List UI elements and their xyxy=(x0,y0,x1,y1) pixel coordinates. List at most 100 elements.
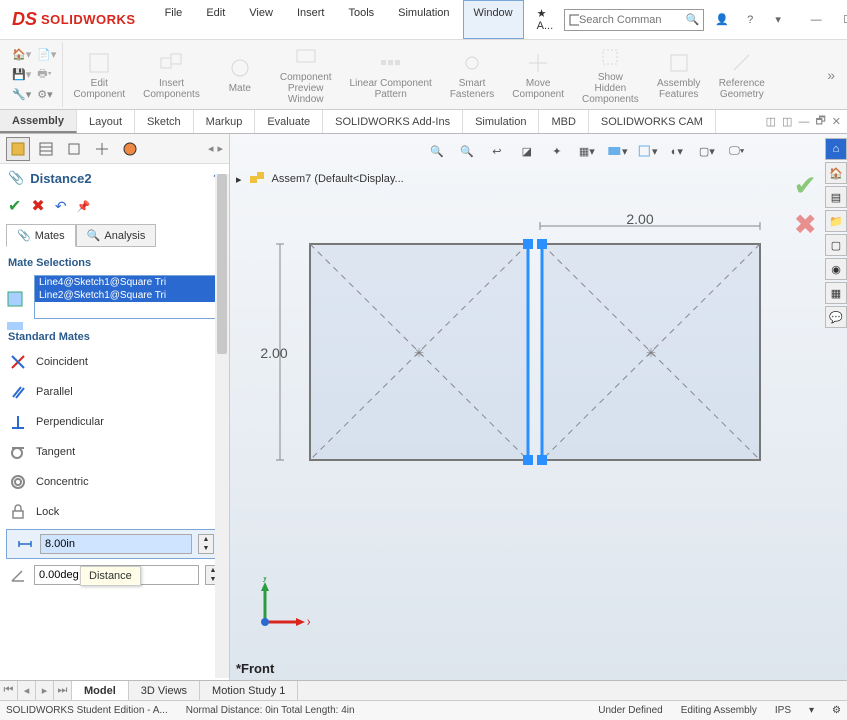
ribbon-smart-fasteners[interactable]: Smart Fasteners xyxy=(442,42,502,107)
tab-last-icon[interactable]: ⏭ xyxy=(54,681,72,700)
mate-coincident[interactable]: Coincident xyxy=(0,347,229,377)
panel-tab-left-icon[interactable]: ◂ xyxy=(208,142,214,155)
scene-icon[interactable]: ▢▾ xyxy=(696,140,718,162)
scrollbar-thumb[interactable] xyxy=(217,174,227,354)
mates-tab[interactable]: 📎 Mates xyxy=(6,224,76,247)
print-icon[interactable]: 🖶▾ xyxy=(37,65,51,84)
distance-spinner[interactable]: ▲▼ xyxy=(198,534,214,554)
menu-view[interactable]: View xyxy=(238,0,284,39)
panel-tab-feature-tree-icon[interactable] xyxy=(6,137,30,161)
ribbon-expand-icon[interactable]: » xyxy=(821,42,841,107)
wrench-icon[interactable]: 🔧▾ xyxy=(12,88,31,101)
panel-tab-display-icon[interactable] xyxy=(90,137,114,161)
ribbon-reference-geometry[interactable]: Reference Geometry xyxy=(711,42,773,107)
panel-tab-config-icon[interactable] xyxy=(62,137,86,161)
file-icon[interactable]: 📄▾ xyxy=(37,48,56,61)
tab-assembly[interactable]: Assembly xyxy=(0,110,77,133)
maximize-button[interactable]: ☐ xyxy=(838,10,847,30)
ribbon-component-preview[interactable]: Component Preview Window xyxy=(272,42,340,107)
pane-max-icon[interactable]: 🗗 xyxy=(815,112,825,131)
ribbon-insert-components[interactable]: Insert Components xyxy=(135,42,208,107)
pane-min-icon[interactable]: — xyxy=(798,116,809,128)
menu-window[interactable]: Window xyxy=(463,0,524,39)
spin-down-icon[interactable]: ▼ xyxy=(199,544,213,553)
search-input[interactable] xyxy=(579,14,685,26)
panel-tab-right-icon[interactable]: ▸ xyxy=(217,142,223,155)
pane-prev-icon[interactable]: ◫ xyxy=(766,115,776,128)
save-icon[interactable]: 💾▾ xyxy=(12,68,31,81)
distance-input[interactable] xyxy=(40,534,192,554)
help-icon[interactable]: ? xyxy=(740,10,760,30)
menu-tools[interactable]: Tools xyxy=(337,0,385,39)
selection-item[interactable]: Line4@Sketch1@Square Tri xyxy=(35,276,220,289)
view-orient-icon[interactable]: ▾ xyxy=(636,140,658,162)
home-icon[interactable]: 🏠▾ xyxy=(12,48,31,61)
ribbon-linear-pattern[interactable]: Linear Component Pattern xyxy=(342,42,440,107)
mate-lock[interactable]: Lock xyxy=(0,497,229,527)
taskpane-property-icon[interactable]: ▦ xyxy=(825,282,847,304)
hide-show-icon[interactable]: ▾ xyxy=(606,140,628,162)
confirm-cancel-icon[interactable]: ✖ xyxy=(794,208,817,241)
tab-first-icon[interactable]: ⏮ xyxy=(0,681,18,700)
mate-selections-header[interactable]: Mate Selections ˄ xyxy=(0,251,229,273)
flyout-tree[interactable]: ▸ Assem7 (Default<Display... xyxy=(236,170,404,188)
undo-icon[interactable]: ↶ xyxy=(55,198,67,215)
selection-item[interactable]: Line2@Sketch1@Square Tri xyxy=(35,289,220,302)
zoom-fit-icon[interactable]: 🔍 xyxy=(426,140,448,162)
ribbon-edit-component[interactable]: Edit Component xyxy=(65,42,133,107)
panel-tab-property-icon[interactable] xyxy=(34,137,58,161)
minimize-button[interactable]: — xyxy=(806,10,826,30)
ribbon-assembly-features[interactable]: Assembly Features xyxy=(649,42,709,107)
search-icon[interactable]: 🔍 xyxy=(685,13,699,26)
appearance-icon[interactable]: ◐▾ xyxy=(666,140,688,162)
mate-selection-list[interactable]: Line4@Sketch1@Square Tri Line2@Sketch1@S… xyxy=(34,275,221,319)
taskpane-home-icon[interactable]: ⌂ xyxy=(825,138,847,160)
pane-close-icon[interactable]: ✕ xyxy=(832,115,841,128)
tab-evaluate[interactable]: Evaluate xyxy=(255,110,323,133)
mate-perpendicular[interactable]: Perpendicular xyxy=(0,407,229,437)
graphics-viewport[interactable]: 🔍 🔍 ↩ ◪ ✦ ▦▾ ▾ ▾ ◐▾ ▢▾ 🖵▾ ▸ Assem7 (Defa… xyxy=(230,134,847,680)
zoom-area-icon[interactable]: 🔍 xyxy=(456,140,478,162)
ribbon-show-hidden[interactable]: Show Hidden Components xyxy=(574,42,647,107)
multi-mate-icon[interactable] xyxy=(6,317,24,338)
command-search[interactable]: 🔍 xyxy=(564,9,704,31)
menu-simulation[interactable]: Simulation xyxy=(387,0,460,39)
dynamic-icon[interactable]: ✦ xyxy=(546,140,568,162)
login-icon[interactable]: 👤 xyxy=(712,10,732,30)
panel-tab-appearance-icon[interactable] xyxy=(118,137,142,161)
panel-scrollbar[interactable] xyxy=(215,174,229,678)
tab-simulation[interactable]: Simulation xyxy=(463,110,539,133)
taskpane-resources-icon[interactable]: 🏠 xyxy=(825,162,847,184)
menu-edit[interactable]: Edit xyxy=(195,0,236,39)
display-style-icon[interactable]: ▦▾ xyxy=(576,140,598,162)
mate-concentric[interactable]: Concentric xyxy=(0,467,229,497)
menu-file[interactable]: File xyxy=(154,0,194,39)
pane-next-icon[interactable]: ◫ xyxy=(782,115,792,128)
spin-up-icon[interactable]: ▲ xyxy=(199,535,213,544)
tab-mbd[interactable]: MBD xyxy=(539,110,588,133)
bottom-tab-3dviews[interactable]: 3D Views xyxy=(129,681,200,700)
taskpane-forum-icon[interactable]: 💬 xyxy=(825,306,847,328)
standard-mates-header[interactable]: Standard Mates ˄ xyxy=(0,325,229,347)
cancel-button[interactable]: ✖ xyxy=(31,196,44,216)
mate-tangent[interactable]: Tangent xyxy=(0,437,229,467)
pushpin-icon[interactable]: 📌 xyxy=(77,200,91,213)
status-dropdown-icon[interactable]: ▾ xyxy=(809,705,814,716)
taskpane-explorer-icon[interactable]: 📁 xyxy=(825,210,847,232)
expand-tree-icon[interactable]: ▸ xyxy=(236,173,242,186)
gear-icon[interactable]: ⚙▾ xyxy=(37,88,52,101)
bottom-tab-motion[interactable]: Motion Study 1 xyxy=(200,681,298,700)
analysis-tab[interactable]: 🔍 Analysis xyxy=(76,224,157,247)
bottom-tab-model[interactable]: Model xyxy=(72,681,129,700)
tab-sketch[interactable]: Sketch xyxy=(135,110,194,133)
tab-prev-icon[interactable]: ◂ xyxy=(18,681,36,700)
dropdown-icon[interactable]: ▾ xyxy=(768,10,788,30)
mate-parallel[interactable]: Parallel xyxy=(0,377,229,407)
entity-icon[interactable] xyxy=(6,290,24,311)
prev-view-icon[interactable]: ↩ xyxy=(486,140,508,162)
tab-layout[interactable]: Layout xyxy=(77,110,135,133)
status-gear-icon[interactable]: ⚙ xyxy=(832,705,841,716)
menu-star[interactable]: ★ A... xyxy=(526,0,565,39)
menu-insert[interactable]: Insert xyxy=(286,0,336,39)
orientation-triad[interactable]: y x xyxy=(250,577,310,640)
